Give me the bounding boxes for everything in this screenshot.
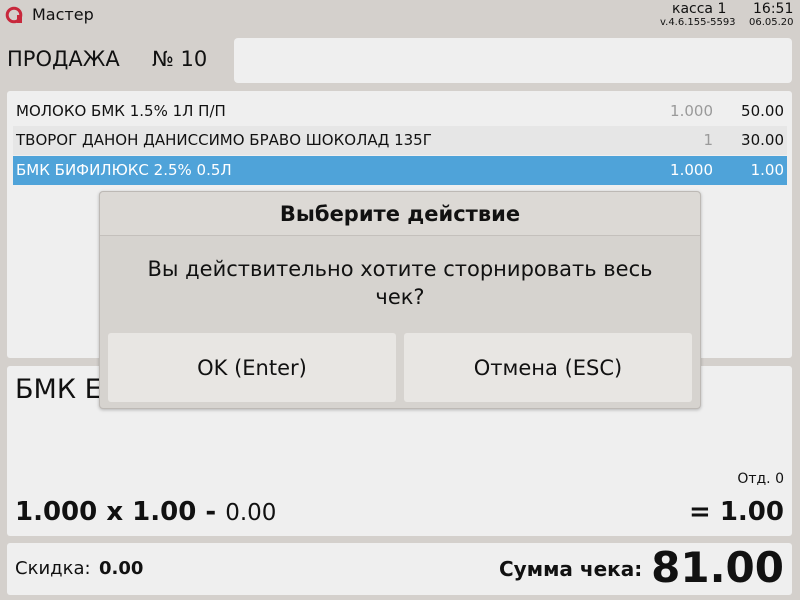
page-title: ПРОДАЖА <box>7 47 120 71</box>
dialog-message: Вы действительно хотите сторнировать вес… <box>147 257 653 309</box>
equals-sign: = <box>688 497 711 527</box>
clock-time: 16:51 <box>753 1 794 17</box>
minus-sign: - <box>205 497 217 527</box>
item-quantity-value: 1.000 <box>15 497 98 527</box>
item-price: 30.00 <box>741 131 784 149</box>
item-total: = 1.00 <box>689 494 784 530</box>
receipt-number: № 10 <box>152 47 208 71</box>
receipt-sum-value: 81.00 <box>651 543 784 592</box>
version-label: v.4.6.155-5593 <box>660 17 736 28</box>
selected-item-name: БМК Е <box>15 374 102 405</box>
list-item[interactable]: ТВОРОГ ДАНОН ДАНИССИМО БРАВО ШОКОЛАД 135… <box>13 126 787 155</box>
title-bar: Мастер касса 1 16:51 v.4.6.155-5593 06.0… <box>0 0 800 30</box>
date-label: 06.05.20 <box>749 17 794 28</box>
unit-price-value: 1.00 <box>132 497 197 527</box>
discount-value: 0.00 <box>99 558 144 579</box>
list-item-selected[interactable]: БМК БИФИЛЮКС 2.5% 0.5Л 1.000 1.00 <box>13 156 787 185</box>
register-label: касса 1 <box>672 1 727 17</box>
dialog-title: Выберите действие <box>279 202 521 226</box>
item-quantity: 1 <box>703 131 713 149</box>
ok-button[interactable]: OK (Enter) <box>108 333 396 402</box>
receipt-sum-label: Сумма чека: <box>499 557 643 581</box>
department-label: Отд. 0 <box>737 471 784 487</box>
item-quantity: 1.000 <box>670 102 713 120</box>
receipt-summary: Скидка: 0.00 Сумма чека: 81.00 <box>7 543 792 595</box>
confirm-dialog: Выберите действие Вы действительно хотит… <box>99 191 701 409</box>
times-sign: x <box>106 497 124 527</box>
item-name: ТВОРОГ ДАНОН ДАНИССИМО БРАВО ШОКОЛАД 135… <box>16 131 432 149</box>
barcode-input[interactable] <box>234 38 792 83</box>
app-logo-icon <box>5 6 23 24</box>
cancel-button[interactable]: Отмена (ESC) <box>404 333 692 402</box>
item-total-value: 1.00 <box>719 497 784 527</box>
list-item[interactable]: МОЛОКО БМК 1.5% 1Л П/П 1.000 50.00 <box>13 97 787 126</box>
item-price: 50.00 <box>741 102 784 120</box>
item-calculation: 1.000 x 1.00 - 0.00 <box>15 494 276 531</box>
item-price: 1.00 <box>750 161 784 179</box>
item-discount-value: 0.00 <box>225 500 277 526</box>
item-quantity: 1.000 <box>670 161 713 179</box>
item-name: БМК БИФИЛЮКС 2.5% 0.5Л <box>16 161 232 179</box>
window-title: Мастер <box>32 5 94 24</box>
item-name: МОЛОКО БМК 1.5% 1Л П/П <box>16 102 226 120</box>
discount-label: Скидка: <box>15 558 91 579</box>
